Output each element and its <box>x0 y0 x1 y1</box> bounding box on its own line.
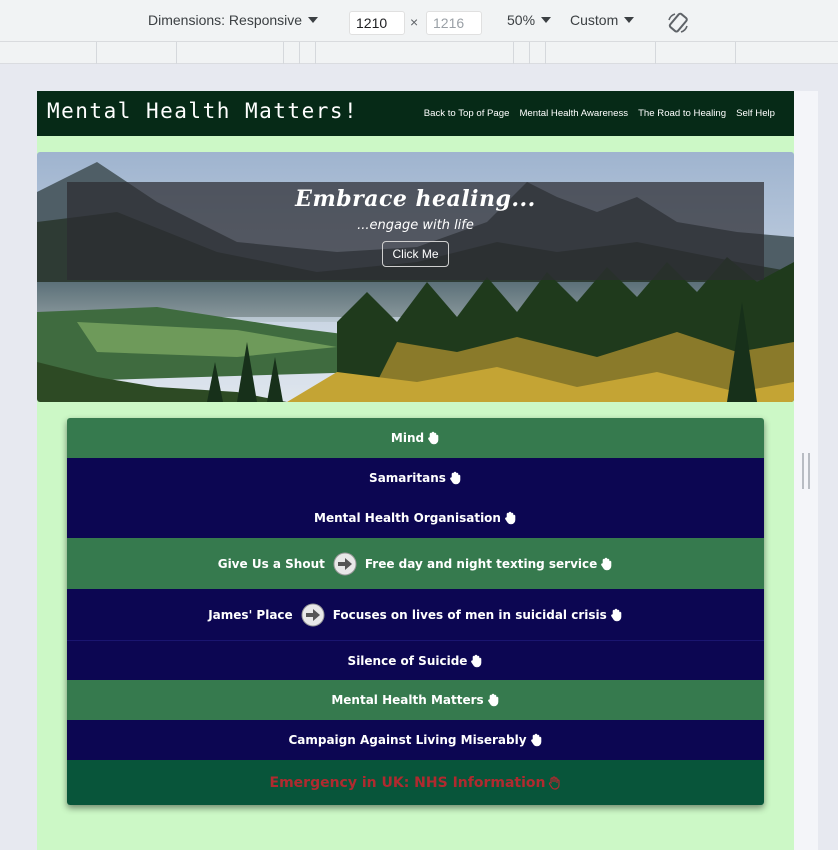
link-mind[interactable]: Mind <box>67 418 764 458</box>
main-nav: Back to Top of Page Mental Health Awaren… <box>424 108 775 119</box>
hand-pointer-icon <box>504 511 517 525</box>
chevron-down-icon <box>308 17 319 23</box>
hand-pointer-icon <box>427 431 440 445</box>
link-label: Mind <box>390 431 425 445</box>
width-input[interactable]: 1210 <box>349 11 405 35</box>
hand-pointer-icon <box>487 693 500 707</box>
dimensions-label: Dimensions: Responsive <box>148 12 303 28</box>
zoom-label: 50% <box>507 12 536 28</box>
link-label: Samaritans <box>369 471 446 485</box>
nav-link-road-to-healing[interactable]: The Road to Healing <box>638 108 726 119</box>
link-label: James' Place <box>208 607 293 622</box>
click-me-button[interactable]: Click Me <box>382 241 449 267</box>
link-detail: Focuses on lives of men in suicidal cris… <box>332 607 607 622</box>
link-label: Campaign Against Living Miserably <box>288 733 527 747</box>
page-viewport: Mental Health Matters! Back to Top of Pa… <box>37 91 794 850</box>
hand-pointer-icon <box>470 654 483 668</box>
nav-link-awareness[interactable]: Mental Health Awareness <box>519 108 628 119</box>
dimensions-dropdown[interactable]: Dimensions: Responsive <box>148 12 319 28</box>
nav-link-self-help[interactable]: Self Help <box>736 108 775 119</box>
link-mental-health-organisation[interactable]: Mental Health Organisation <box>67 498 764 538</box>
media-query-ruler <box>0 42 838 64</box>
site-title[interactable]: Mental Health Matters! <box>47 99 358 123</box>
link-calm[interactable]: Campaign Against Living Miserably <box>67 720 764 760</box>
rotate-icon[interactable] <box>666 11 690 35</box>
site-header: Mental Health Matters! Back to Top of Pa… <box>37 91 794 136</box>
hand-pointer-icon <box>610 608 623 622</box>
times-separator: × <box>410 14 419 30</box>
chevron-down-icon <box>541 17 552 23</box>
link-label: Mental Health Organisation <box>314 511 501 525</box>
arrow-right-circle-icon <box>301 603 325 627</box>
throttle-label: Custom <box>570 12 619 28</box>
link-label: Emergency in UK: NHS Information <box>269 774 546 791</box>
hero-banner: Embrace healing... ...engage with life C… <box>37 152 794 402</box>
link-detail: Free day and night texting service <box>364 556 598 571</box>
hero-heading: Embrace healing... <box>295 186 536 212</box>
throttle-dropdown[interactable]: Custom <box>570 12 635 28</box>
hand-pointer-icon <box>548 775 561 790</box>
link-silence-of-suicide[interactable]: Silence of Suicide <box>67 640 764 680</box>
chevron-down-icon <box>624 17 635 23</box>
link-label: Give Us a Shout <box>217 556 325 571</box>
hero-overlay: Embrace healing... ...engage with life C… <box>67 182 764 280</box>
link-james-place[interactable]: James' Place Focuses on lives of men in … <box>67 589 764 640</box>
link-mental-health-matters[interactable]: Mental Health Matters <box>67 680 764 720</box>
link-label: Silence of Suicide <box>347 653 468 668</box>
zoom-dropdown[interactable]: 50% <box>507 12 552 28</box>
support-links-list: Mind Samaritans Mental Health Organisati… <box>67 418 764 805</box>
devtools-device-toolbar: Dimensions: Responsive 1210 × 1216 50% C… <box>0 0 838 42</box>
hand-pointer-icon <box>600 557 613 571</box>
hero-subheading: ...engage with life <box>357 218 474 233</box>
hand-pointer-icon <box>530 733 543 747</box>
link-give-us-a-shout[interactable]: Give Us a Shout Free day and night texti… <box>67 538 764 589</box>
viewport-resize-handle[interactable] <box>802 453 810 489</box>
arrow-right-circle-icon <box>333 552 357 576</box>
link-samaritans[interactable]: Samaritans <box>67 458 764 498</box>
nav-link-back-to-top[interactable]: Back to Top of Page <box>424 108 510 119</box>
hand-pointer-icon <box>449 471 462 485</box>
link-label: Mental Health Matters <box>331 693 484 707</box>
height-input[interactable]: 1216 <box>426 11 482 35</box>
link-emergency-nhs[interactable]: Emergency in UK: NHS Information <box>67 760 764 805</box>
